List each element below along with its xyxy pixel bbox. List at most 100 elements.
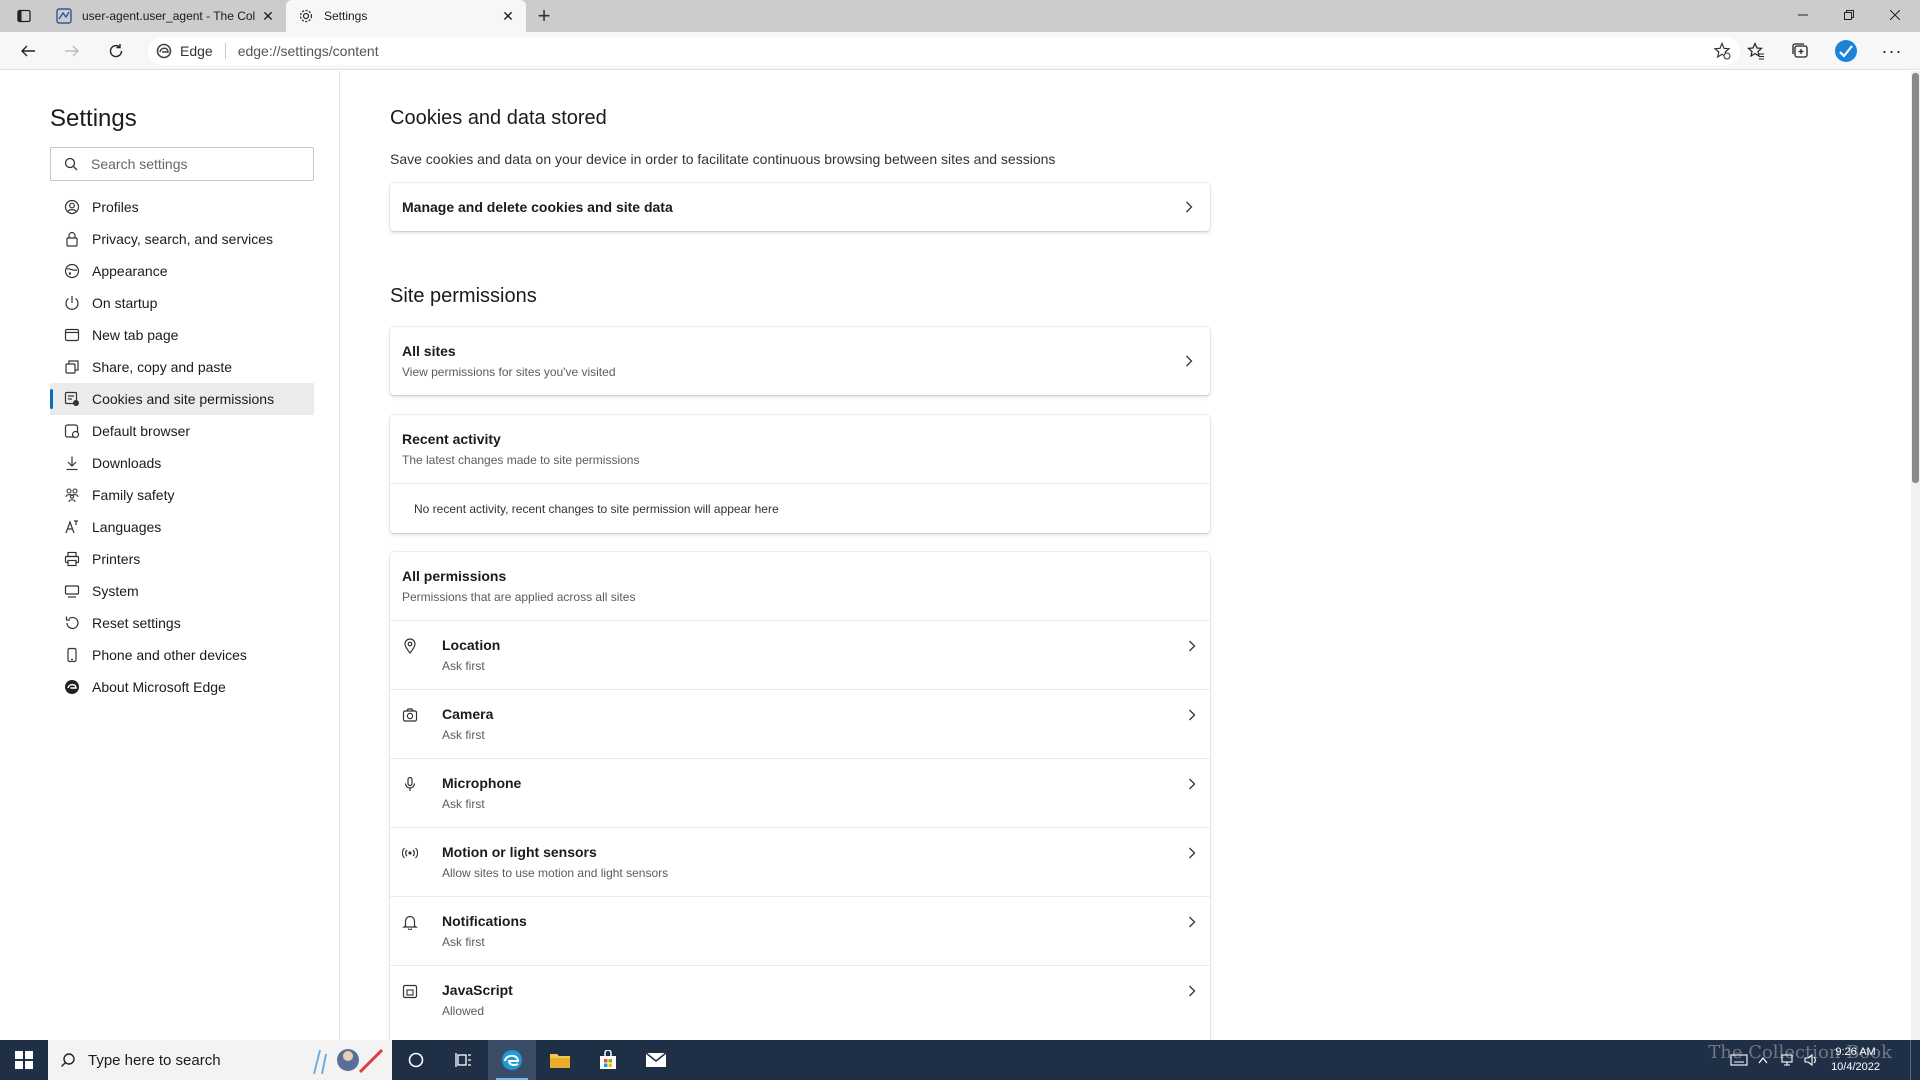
add-favorite-button[interactable] — [1710, 40, 1734, 62]
watermark-text: The Collection Book — [1708, 1042, 1892, 1063]
windows-logo-icon — [15, 1051, 33, 1069]
manage-cookies-label: Manage and delete cookies and site data — [402, 199, 673, 215]
refresh-button[interactable] — [100, 37, 132, 65]
back-button[interactable] — [12, 37, 44, 65]
url-text[interactable]: edge://settings/content — [238, 43, 379, 59]
restore-icon — [1844, 10, 1854, 20]
recent-activity-subtitle: The latest changes made to site permissi… — [402, 453, 640, 467]
camera-icon — [390, 707, 442, 723]
settings-nav: Profiles Privacy, search, and services A… — [50, 191, 314, 703]
all-permissions-card: All permissions Permissions that are app… — [390, 552, 1210, 1040]
close-tab-icon[interactable]: ✕ — [496, 4, 520, 28]
bell-icon — [390, 914, 442, 930]
show-desktop-button[interactable] — [1910, 1040, 1920, 1080]
sidebar-item-downloads[interactable]: Downloads — [50, 447, 314, 479]
tab-actions-button[interactable] — [8, 4, 40, 28]
manage-cookies-row[interactable]: Manage and delete cookies and site data — [390, 183, 1210, 231]
arrow-right-icon — [65, 45, 79, 57]
sidebar-item-privacy[interactable]: Privacy, search, and services — [50, 223, 314, 255]
manage-cookies-card[interactable]: Manage and delete cookies and site data — [390, 183, 1210, 231]
cortana-button[interactable] — [392, 1040, 440, 1080]
javascript-icon — [390, 983, 442, 999]
sidebar-item-phone[interactable]: Phone and other devices — [50, 639, 314, 671]
taskbar-edge[interactable] — [488, 1040, 536, 1080]
permission-title: JavaScript — [442, 982, 513, 998]
lock-icon — [50, 231, 92, 247]
location-icon — [390, 638, 442, 654]
address-separator — [224, 43, 226, 59]
search-settings-box[interactable] — [50, 147, 314, 181]
site-identity[interactable]: Edge — [148, 43, 213, 59]
permission-notifications[interactable]: Notifications Ask first — [390, 896, 1210, 965]
permission-camera[interactable]: Camera Ask first — [390, 689, 1210, 758]
sidebar-item-reset[interactable]: Reset settings — [50, 607, 314, 639]
sidebar-item-about[interactable]: About Microsoft Edge — [50, 671, 314, 703]
sidebar-item-label: Downloads — [92, 455, 162, 471]
all-sites-card[interactable]: All sites View permissions for sites you… — [390, 327, 1210, 395]
new-tab-button[interactable]: + — [530, 3, 558, 28]
refresh-icon — [109, 44, 123, 58]
more-menu-button[interactable]: ··· — [1876, 37, 1908, 65]
sidebar-item-new-tab[interactable]: New tab page — [50, 319, 314, 351]
sidebar-item-cookies[interactable]: Cookies and site permissions — [50, 383, 314, 415]
maximize-button[interactable] — [1826, 0, 1872, 30]
sidebar-item-profiles[interactable]: Profiles — [50, 191, 314, 223]
newtab-icon — [50, 327, 92, 343]
search-highlight-illustration-icon — [313, 1048, 384, 1075]
taskbar-search-box[interactable]: Type here to search — [48, 1040, 392, 1080]
sidebar-item-label: About Microsoft Edge — [92, 679, 226, 695]
address-bar[interactable]: Edge edge://settings/content — [148, 37, 1740, 65]
vertical-scrollbar[interactable] — [1911, 71, 1920, 1040]
sidebar-item-label: Profiles — [92, 199, 139, 215]
all-sites-subtitle: View permissions for sites you've visite… — [402, 365, 616, 379]
close-tab-icon[interactable]: ✕ — [256, 4, 280, 28]
sidebar-item-languages[interactable]: Languages — [50, 511, 314, 543]
permission-location[interactable]: Location Ask first — [390, 620, 1210, 689]
microphone-icon — [390, 776, 442, 792]
all-sites-row[interactable]: All sites View permissions for sites you… — [390, 327, 1210, 395]
permission-title: Microphone — [442, 775, 522, 791]
sidebar-item-default-browser[interactable]: Default browser — [50, 415, 314, 447]
permission-motion-sensors[interactable]: Motion or light sensors Allow sites to us… — [390, 827, 1210, 896]
permission-status: Allowed — [442, 1004, 485, 1018]
sidebar-item-share[interactable]: Share, copy and paste — [50, 351, 314, 383]
settings-sidebar: Settings Profiles Privacy, search, and s… — [0, 71, 340, 1040]
profile-button[interactable] — [1830, 37, 1862, 65]
forward-button[interactable] — [56, 37, 88, 65]
tab-settings[interactable]: Settings ✕ — [286, 0, 526, 32]
recent-activity-header: Recent activity The latest changes made … — [390, 415, 1210, 483]
sidebar-item-system[interactable]: System — [50, 575, 314, 607]
start-button[interactable] — [0, 1040, 48, 1080]
all-permissions-title: All permissions — [402, 568, 507, 584]
edge-icon — [156, 43, 172, 59]
sidebar-item-label: Reset settings — [92, 615, 181, 631]
gear-icon — [298, 8, 314, 24]
appearance-icon — [50, 263, 92, 279]
power-icon — [50, 295, 92, 311]
sidebar-item-printers[interactable]: Printers — [50, 543, 314, 575]
close-window-button[interactable] — [1872, 0, 1918, 30]
collections-button[interactable] — [1784, 37, 1816, 65]
printer-icon — [50, 551, 92, 567]
sidebar-item-label: Cookies and site permissions — [92, 391, 275, 407]
download-icon — [50, 455, 92, 471]
chevron-right-icon — [1188, 846, 1196, 864]
site-identity-label: Edge — [180, 43, 213, 59]
scrollbar-thumb[interactable] — [1912, 73, 1919, 483]
permission-microphone[interactable]: Microphone Ask first — [390, 758, 1210, 827]
taskbar-store[interactable] — [584, 1040, 632, 1080]
sidebar-item-label: New tab page — [92, 327, 179, 343]
taskbar-mail[interactable] — [632, 1040, 680, 1080]
favorites-button[interactable] — [1740, 37, 1772, 65]
taskbar-file-explorer[interactable] — [536, 1040, 584, 1080]
minimize-button[interactable] — [1780, 0, 1826, 30]
permission-title: Camera — [442, 706, 494, 722]
task-view-button[interactable] — [440, 1040, 488, 1080]
sidebar-item-appearance[interactable]: Appearance — [50, 255, 314, 287]
tab-user-agent[interactable]: user-agent.user_agent - The Coll ✕ — [44, 0, 286, 32]
permission-javascript[interactable]: JavaScript Allowed — [390, 965, 1210, 1034]
sidebar-item-startup[interactable]: On startup — [50, 287, 314, 319]
sidebar-item-family[interactable]: Family safety — [50, 479, 314, 511]
chevron-right-icon — [1188, 708, 1196, 726]
search-settings-input[interactable] — [91, 156, 301, 172]
